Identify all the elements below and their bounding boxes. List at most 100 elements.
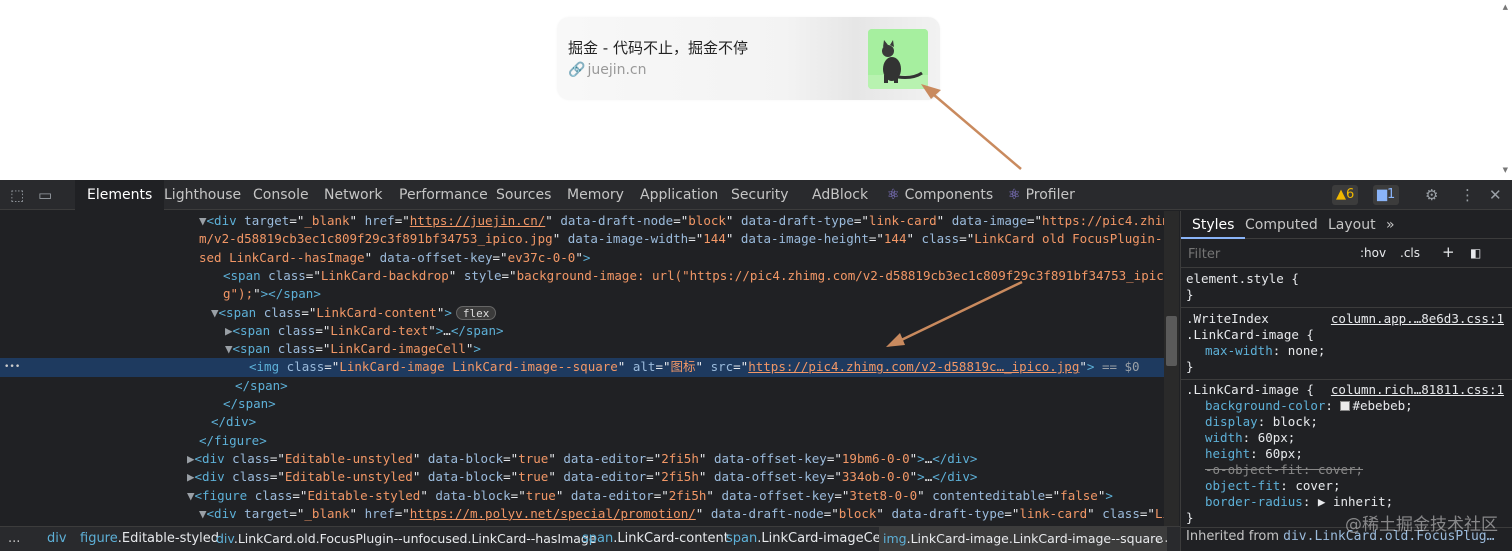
sidebar-toggle-icon[interactable]: ◧ bbox=[1470, 246, 1481, 260]
dom-node-line[interactable]: ▼<div target="_blank" href="https://juej… bbox=[0, 212, 1164, 231]
expand-toggle-icon[interactable]: ▶ bbox=[187, 469, 195, 484]
close-icon[interactable]: ✕ bbox=[1489, 186, 1502, 204]
crumb-tag: div bbox=[216, 531, 234, 546]
node-actions-icon[interactable]: ••• bbox=[4, 358, 20, 377]
tab-sources[interactable]: Sources bbox=[496, 180, 551, 210]
tab-components-label: Components bbox=[904, 187, 994, 203]
rule1-source-link[interactable]: column.app.…8e6d3.css:1 bbox=[1331, 311, 1504, 326]
tab-memory[interactable]: Memory bbox=[567, 180, 624, 210]
styles-tabbar: Styles Computed Layout » bbox=[1181, 211, 1512, 239]
tab-console[interactable]: Console bbox=[253, 180, 309, 210]
breadcrumb-item-imagecell[interactable]: span.LinkCard-imageCell bbox=[726, 527, 888, 551]
tab-lighthouse[interactable]: Lighthouse bbox=[164, 180, 241, 210]
rule2-prop-height[interactable]: height: 60px; bbox=[1205, 446, 1303, 462]
settings-icon[interactable]: ⚙ bbox=[1425, 186, 1438, 204]
dom-node-line[interactable]: sed LinkCard--hasImage" data-offset-key=… bbox=[0, 249, 1164, 268]
prop-name: object-fit bbox=[1205, 478, 1281, 493]
dom-node-line[interactable]: m/v2-d58819cb3ec1c809f29c3f891bf34753_ip… bbox=[0, 230, 1164, 249]
new-rule-icon[interactable]: + bbox=[1442, 243, 1455, 261]
prop-name: display bbox=[1205, 414, 1258, 429]
styles-filter-input[interactable] bbox=[1184, 244, 1352, 264]
dom-node-line[interactable]: </span> bbox=[0, 377, 1164, 396]
tab-profiler[interactable]: ⚛ Profiler bbox=[1008, 180, 1075, 210]
tab-network[interactable]: Network bbox=[324, 180, 382, 210]
breadcrumb-more[interactable]: ... bbox=[1156, 527, 1168, 551]
link-icon: 🔗 bbox=[568, 62, 586, 78]
flex-badge[interactable]: flex bbox=[455, 306, 497, 320]
tab-application[interactable]: Application bbox=[640, 180, 718, 210]
elements-scroll-thumb[interactable] bbox=[1166, 316, 1177, 366]
inspect-icon[interactable]: ⬚ bbox=[10, 186, 24, 204]
dom-node-line[interactable]: ▼<span class="LinkCard-content"> flex bbox=[0, 304, 1164, 323]
rule2-prop-border-radius[interactable]: border-radius: ▶ inherit; bbox=[1205, 494, 1393, 510]
expand-toggle-icon[interactable]: ▶ bbox=[225, 323, 233, 338]
breadcrumb-item-div[interactable]: div bbox=[47, 527, 67, 551]
expand-toggle-icon[interactable]: ▼ bbox=[199, 213, 207, 228]
dom-node-line[interactable]: ▶<div class="Editable-unstyled" data-blo… bbox=[0, 468, 1164, 487]
dom-node-line[interactable]: </figure> bbox=[0, 432, 1164, 451]
rule1-selector1[interactable]: .WriteIndex bbox=[1186, 311, 1269, 327]
link-card[interactable]: 掘金 - 代码不止，掘金不停 🔗 juejin.cn bbox=[557, 17, 940, 100]
tab-components[interactable]: ⚛ Components bbox=[887, 180, 993, 210]
rule2-source-link[interactable]: column.rich…81811.css:1 bbox=[1331, 382, 1504, 397]
warnings-badge[interactable]: ▲6 bbox=[1332, 185, 1359, 205]
dom-node-line[interactable]: ▼<span class="LinkCard-imageCell"> bbox=[0, 340, 1164, 359]
dom-node-line[interactable]: g");"></span> bbox=[0, 285, 1164, 304]
dom-node-line[interactable]: <span class="LinkCard-backdrop" style="b… bbox=[0, 267, 1164, 286]
element-style-selector[interactable]: element.style { bbox=[1186, 271, 1299, 287]
tab-computed[interactable]: Computed bbox=[1245, 211, 1318, 239]
breadcrumb: ... div figure.Editable-styled div.LinkC… bbox=[0, 526, 1180, 551]
scroll-down-icon[interactable]: ▼ bbox=[1503, 166, 1508, 174]
rule2-prop-background-color[interactable]: background-color: #ebebeb; bbox=[1205, 398, 1413, 414]
expand-toggle-icon[interactable]: ▼ bbox=[187, 488, 195, 503]
rule2-selector[interactable]: .LinkCard-image { bbox=[1186, 382, 1314, 398]
dom-node-line[interactable]: ▶<div class="Editable-unstyled" data-blo… bbox=[0, 450, 1164, 469]
rule2-prop-object-fit[interactable]: object-fit: cover; bbox=[1205, 478, 1340, 494]
expand-toggle-icon[interactable]: ▼ bbox=[211, 305, 219, 320]
tab-adblock[interactable]: AdBlock bbox=[812, 180, 868, 210]
breadcrumb-item-figure[interactable]: figure.Editable-styled bbox=[80, 527, 219, 551]
breadcrumb-item-linkcard[interactable]: div.LinkCard.old.FocusPlugin--unfocused.… bbox=[216, 527, 597, 551]
tab-security[interactable]: Security bbox=[731, 180, 789, 210]
rule2-prop-o-object-fit[interactable]: -o-object-fit: cover; bbox=[1205, 462, 1363, 478]
rule1-selector2[interactable]: .LinkCard-image { bbox=[1186, 327, 1314, 343]
device-toggle-icon[interactable]: ▭ bbox=[38, 186, 52, 204]
dom-node-line[interactable]: </div> bbox=[0, 413, 1164, 432]
rule2-prop-display[interactable]: display: block; bbox=[1205, 414, 1318, 430]
expand-toggle-icon[interactable]: ▼ bbox=[225, 341, 233, 356]
rule2-prop-width[interactable]: width: 60px; bbox=[1205, 430, 1295, 446]
tab-layout[interactable]: Layout bbox=[1328, 211, 1376, 239]
dom-node-line[interactable]: <img class="LinkCard-image LinkCard-imag… bbox=[0, 358, 1164, 377]
messages-badge[interactable]: ▆1 bbox=[1373, 185, 1400, 205]
scroll-up-icon[interactable]: ▲ bbox=[1503, 3, 1508, 11]
screenshot: 掘金 - 代码不止，掘金不停 🔗 juejin.cn ▲ ▼ ⬚ ▭ Eleme… bbox=[0, 0, 1512, 551]
elements-scrollbar[interactable] bbox=[1164, 211, 1179, 526]
page-viewport: 掘金 - 代码不止，掘金不停 🔗 juejin.cn ▲ ▼ bbox=[0, 0, 1512, 180]
tab-performance[interactable]: Performance bbox=[399, 180, 488, 210]
dom-node-line[interactable]: </span> bbox=[0, 395, 1164, 414]
breadcrumb-item-content[interactable]: span.LinkCard-content bbox=[582, 527, 729, 551]
cls-toggle[interactable]: .cls bbox=[1400, 246, 1420, 260]
crumb-class: .LinkCard-content bbox=[613, 531, 729, 546]
tab-elements[interactable]: Elements bbox=[75, 180, 165, 210]
tab-styles[interactable]: Styles bbox=[1181, 211, 1246, 239]
rule1-prop-max-width[interactable]: max-width: none; bbox=[1205, 343, 1325, 359]
dom-node-line[interactable]: ▼<figure class="Editable-styled" data-bl… bbox=[0, 487, 1164, 506]
more-icon[interactable]: ⋮ bbox=[1460, 186, 1475, 204]
elements-tree[interactable]: ▼<div target="_blank" href="https://juej… bbox=[0, 211, 1164, 526]
link-card-title: 掘金 - 代码不止，掘金不停 bbox=[568, 39, 748, 57]
more-tabs-icon[interactable]: » bbox=[1386, 211, 1395, 239]
color-swatch[interactable] bbox=[1340, 401, 1351, 411]
dom-node-line[interactable]: ▶<span class="LinkCard-text">…</span> bbox=[0, 322, 1164, 341]
expand-toggle-icon[interactable]: ▶ bbox=[187, 451, 195, 466]
breadcrumb-item-img[interactable]: img.LinkCard-image.LinkCard-image--squar… bbox=[879, 527, 1167, 551]
hov-toggle[interactable]: :hov bbox=[1360, 246, 1386, 260]
cat-silhouette-icon bbox=[868, 29, 928, 89]
prop-value: 60px; bbox=[1257, 430, 1296, 445]
expand-toggle-icon[interactable]: ▼ bbox=[199, 506, 207, 521]
dom-node-line[interactable]: ▼<div target="_blank" href="https://m.po… bbox=[0, 505, 1164, 524]
prop-name: width bbox=[1205, 430, 1243, 445]
breadcrumb-dots[interactable]: ... bbox=[8, 527, 20, 551]
crumb-class: .Editable-styled bbox=[117, 531, 220, 546]
page-scrollbar[interactable]: ▲ ▼ bbox=[1497, 0, 1512, 180]
